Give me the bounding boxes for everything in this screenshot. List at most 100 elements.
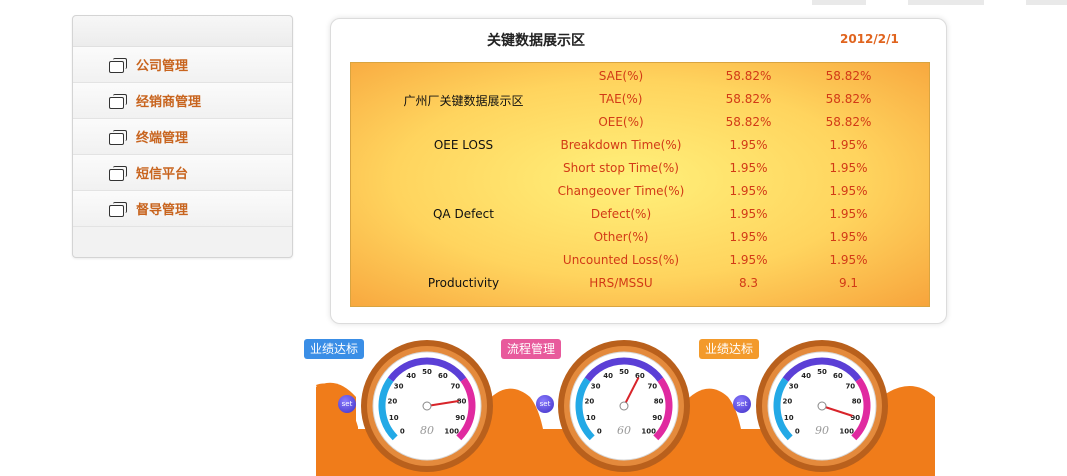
row-value-1: 1.95% [729, 161, 768, 175]
gauge-dial: 010203040 50 6070809010060 [558, 340, 690, 472]
sidebar-item-label: 督导管理 [136, 203, 189, 218]
row-metric: Short stop Time(%) [563, 161, 679, 175]
window-icon [109, 201, 127, 217]
gauge-set-button[interactable]: set [733, 395, 751, 413]
row-value-1: 1.95% [729, 230, 768, 244]
row-value-1: 1.95% [729, 184, 768, 198]
gauge-tick-label: 40 [406, 372, 416, 380]
gauge-tick-label: 60 [635, 372, 645, 380]
row-metric: Uncounted Loss(%) [562, 253, 680, 267]
table-row: Uncounted Loss(%) 1.95% 1.95% [351, 250, 931, 273]
gauge-tick-label: 0 [400, 428, 405, 436]
gauge-tick-label: 40 [801, 372, 811, 380]
gauge-value-readout: 80 [420, 424, 434, 437]
table-row: Short stop Time(%) 1.95% 1.95% [351, 158, 931, 181]
table-row: OEE LOSS Breakdown Time(%) 1.95% 1.95% [351, 135, 931, 158]
row-value-1: 8.3 [738, 276, 759, 290]
row-value-2: 1.95% [829, 161, 868, 175]
row-value-1: 1.95% [729, 138, 768, 152]
row-metric: OEE(%) [598, 115, 644, 129]
gauge-tick-label: 60 [833, 372, 843, 380]
row-metric: Breakdown Time(%) [560, 138, 682, 152]
sidebar-item-label: 终端管理 [136, 131, 189, 146]
gauge-tick-label: 50 [817, 368, 827, 376]
window-icon [109, 57, 127, 73]
gauge-tick-label: 30 [394, 382, 404, 390]
window-icon [109, 129, 127, 145]
window-icon [109, 93, 127, 109]
gauge-set-button[interactable]: set [536, 395, 554, 413]
top-tab-stub[interactable] [1026, 0, 1067, 5]
gauge-set-button[interactable]: set [338, 395, 356, 413]
gauge-tick-label: 50 [619, 368, 629, 376]
gauge-tick-label: 0 [795, 428, 800, 436]
sidebar-item-label: 短信平台 [136, 167, 189, 182]
sidebar-item-terminal[interactable]: 终端管理 [73, 119, 292, 155]
gauge-hub [817, 401, 827, 411]
row-metric: HRS/MSSU [589, 276, 653, 290]
row-value-2: 1.95% [829, 138, 868, 152]
gauge-tick-label: 100 [641, 428, 656, 436]
gauge-tick-label: 90 [652, 414, 662, 422]
top-tab-stub[interactable] [812, 0, 866, 5]
gauge-tick-label: 60 [438, 372, 448, 380]
row-value-2: 1.95% [829, 230, 868, 244]
gauge-value-readout: 60 [617, 424, 631, 437]
gauge-dial: 010203040 50 6070809010090 [756, 340, 888, 472]
gauge-tick-label: 10 [784, 414, 794, 422]
table-row: Other(%) 1.95% 1.95% [351, 227, 931, 250]
table-row: QA Defect Defect(%) 1.95% 1.95% [351, 204, 931, 227]
row-value-1: 58.82% [725, 69, 772, 83]
row-metric: TAE(%) [599, 92, 643, 106]
sidebar-item-dealer[interactable]: 经销商管理 [73, 83, 292, 119]
row-group: Productivity [427, 276, 500, 290]
panel-date: 2012/2/1 [840, 32, 899, 46]
top-tab-stub[interactable] [908, 0, 984, 5]
gauge-hub [422, 401, 432, 411]
panel-title: 关键数据展示区 [487, 33, 585, 49]
table-row: Changeover Time(%) 1.95% 1.95% [351, 181, 931, 204]
gauge-tick-label: 30 [591, 382, 601, 390]
gauge-tag-performance[interactable]: 业绩达标 [699, 339, 760, 359]
row-group: 广州厂关键数据展示区 [403, 94, 524, 108]
row-value-2: 9.1 [838, 276, 859, 290]
row-group: OEE LOSS [433, 138, 494, 152]
gauge-value-readout: 90 [815, 424, 829, 437]
gauge-tick-label: 10 [586, 414, 596, 422]
gauge-hub [619, 401, 629, 411]
gauge-tick-label: 70 [845, 382, 855, 390]
sidebar-item-supervisor[interactable]: 督导管理 [73, 191, 292, 227]
gauge-tick-label: 100 [839, 428, 854, 436]
data-table: SAE(%) 58.82% 58.82% 广州厂关键数据展示区 TAE(%) 5… [350, 62, 930, 307]
row-value-1: 58.82% [725, 115, 772, 129]
row-value-1: 1.95% [729, 253, 768, 267]
row-value-2: 58.82% [825, 69, 872, 83]
gauge-tick-label: 80 [852, 398, 862, 406]
row-group: QA Defect [432, 207, 494, 221]
row-value-2: 1.95% [829, 253, 868, 267]
sidebar-item-sms[interactable]: 短信平台 [73, 155, 292, 191]
row-value-2: 1.95% [829, 184, 868, 198]
gauge-tick-label: 70 [647, 382, 657, 390]
key-data-panel: 关键数据展示区 2012/2/1 SAE(%) 58.82% 58.82% 广州… [330, 18, 947, 324]
gauge-tick-label: 90 [455, 414, 465, 422]
sidebar-item-label: 公司管理 [136, 59, 189, 74]
gauge-tick-label: 0 [597, 428, 602, 436]
row-value-1: 1.95% [729, 207, 768, 221]
gauge-tag-performance[interactable]: 业绩达标 [304, 339, 365, 359]
sidebar-item-company[interactable]: 公司管理 [73, 47, 292, 83]
sidebar-menu: 公司管理 经销商管理 终端管理 短信平台 督导管理 [72, 15, 293, 258]
gauge-tag-process[interactable]: 流程管理 [501, 339, 562, 359]
row-value-2: 58.82% [825, 92, 872, 106]
gauge-tick-label: 20 [388, 398, 398, 406]
gauge-tick-label: 70 [450, 382, 460, 390]
table-row: 广州厂关键数据展示区 TAE(%) 58.82% 58.82% [351, 89, 931, 112]
table-row: OEE(%) 58.82% 58.82% [351, 112, 931, 135]
gauge-dial: 010203040 50 6070809010080 [361, 340, 493, 472]
row-metric: Changeover Time(%) [557, 184, 685, 198]
gauge-tick-label: 100 [444, 428, 459, 436]
sidebar-item-label: 经销商管理 [136, 95, 202, 110]
row-metric: Defect(%) [590, 207, 652, 221]
row-value-2: 58.82% [825, 115, 872, 129]
gauge-tick-label: 30 [789, 382, 799, 390]
